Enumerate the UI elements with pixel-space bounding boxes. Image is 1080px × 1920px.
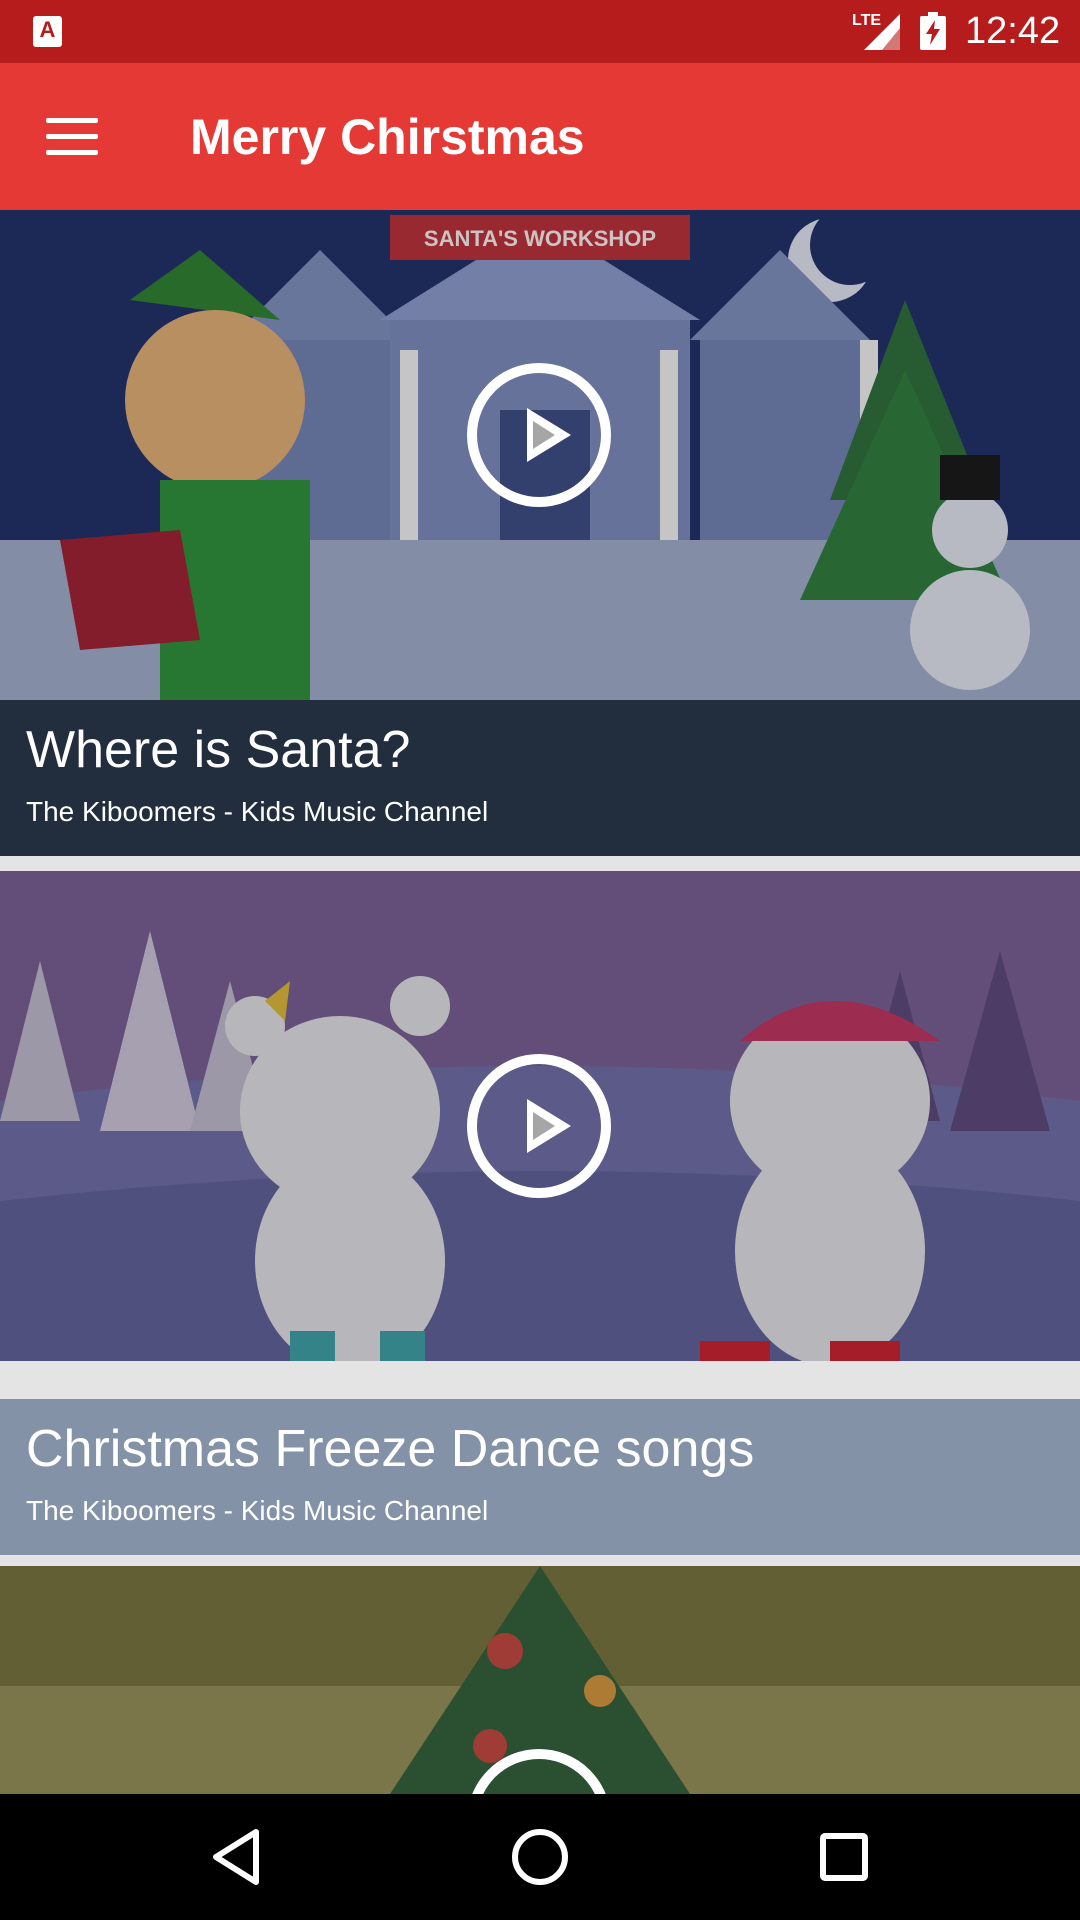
- home-circle-icon[interactable]: [507, 1824, 573, 1890]
- page-title: Merry Chirstmas: [190, 109, 585, 165]
- notification-app-icon: A: [33, 16, 62, 47]
- clock: 12:42: [965, 10, 1061, 52]
- video-title: Christmas Freeze Dance songs: [26, 1420, 755, 1478]
- play-icon: [527, 408, 571, 462]
- video-feed[interactable]: SANTA'S WORKSHOP Where is Santa? The Kib…: [0, 210, 1080, 1794]
- channel-name: The Kiboomers - Kids Music Channel: [26, 796, 489, 827]
- video-title: Where is Santa?: [26, 721, 411, 779]
- video-thumbnail[interactable]: SANTA'S WORKSHOP: [0, 210, 1080, 700]
- channel-name: The Kiboomers - Kids Music Channel: [26, 1495, 489, 1526]
- battery-charging-icon: [920, 12, 946, 50]
- video-caption[interactable]: Where is Santa? The Kiboomers - Kids Mus…: [0, 700, 1080, 856]
- app-bar: Merry Chirstmas: [0, 63, 1080, 210]
- back-triangle-icon[interactable]: [204, 1824, 270, 1890]
- video-caption[interactable]: Christmas Freeze Dance songs The Kiboome…: [0, 1399, 1080, 1555]
- status-bar: A LTE 12:42: [0, 0, 1080, 63]
- signal-icon: [864, 14, 900, 50]
- recents-square-icon[interactable]: [811, 1824, 877, 1890]
- play-icon: [527, 1099, 571, 1153]
- play-button[interactable]: [467, 363, 611, 507]
- play-button[interactable]: [467, 1054, 611, 1198]
- hamburger-menu-icon[interactable]: [40, 110, 104, 164]
- video-thumbnail[interactable]: [0, 871, 1080, 1361]
- navigation-bar: [0, 1794, 1080, 1920]
- video-thumbnail[interactable]: [0, 1566, 1080, 1794]
